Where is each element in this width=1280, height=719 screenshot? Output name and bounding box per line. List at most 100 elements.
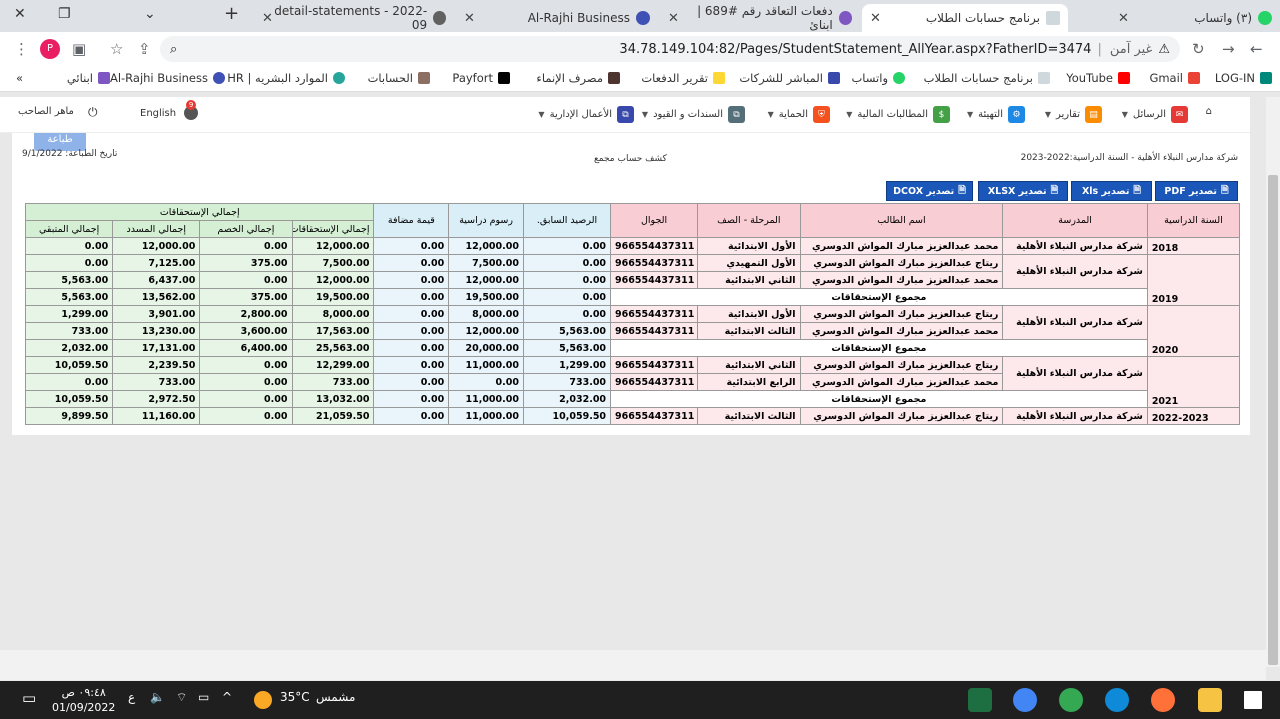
excel-icon[interactable] [968,688,992,712]
reload-icon[interactable]: ↻ [1192,40,1205,58]
tab-student-accounts[interactable]: برنامج حسابات الطلاب ✕ [862,4,1068,32]
weather-label[interactable]: مشمس [316,690,355,704]
clock-time: ٠٩:٤٨ ص [61,686,106,699]
profile-avatar[interactable]: P [40,39,60,59]
table-row: 2020 شركة مدارس النبلاء الأهلية ريتاج عبدا… [24,305,1241,357]
tab-alrajhi[interactable]: Al-Rajhi Business ✕ [456,4,658,32]
zoom-icon[interactable]: ⌕ [170,42,177,57]
bookmark-label: LOG-IN [1214,71,1255,85]
bookmark-star-icon[interactable]: ☆ [110,40,123,58]
export-xls-button[interactable]: 🗎 تصدير Xls [1071,181,1152,201]
cell-mobile: 966554437311 [610,254,699,272]
export-xlsx-button[interactable]: 🗎 تصدير XLSX [978,181,1068,201]
nav-label: الأعمال الإدارية [549,109,612,120]
cell-total-due: 12,000.00 [291,237,375,255]
close-tab-icon[interactable]: ✕ [870,11,881,26]
close-window-icon[interactable]: ✕ [14,6,26,22]
nav-vouchers[interactable]: ⧉ السندات و القيود ▼ [642,106,745,123]
power-icon[interactable]: ⏻ [88,105,98,120]
whatsapp-icon [893,72,905,84]
bookmark-payments-report[interactable]: تقرير الدفعات [641,71,725,85]
user-name[interactable]: ماهر الصاحب [18,106,74,117]
cell-year: 2020 [1146,305,1241,357]
cell-year: 2021 [1146,356,1241,408]
document-icon [1046,11,1060,25]
cell-total-paid: 7,125.00 [112,254,201,272]
nav-messages[interactable]: ✉ الرسائل ▼ [1122,106,1188,123]
chrome-alt-icon[interactable] [1059,688,1083,712]
close-tab-icon[interactable]: ✕ [1118,11,1129,26]
notifications-icon[interactable]: ▭ [22,689,36,707]
windows-start-icon[interactable] [1244,691,1262,709]
bookmark-alrajhi[interactable]: Al-Rajhi Business [110,71,225,85]
cell-prev-balance: 733.00 [522,373,612,391]
forward-icon[interactable]: → [1222,40,1235,58]
taskbar-clock[interactable]: ٠٩:٤٨ ص 01/09/2022 [52,685,115,715]
firefox-icon[interactable] [1151,688,1175,712]
home-icon[interactable]: ⌂ [1206,106,1212,117]
chrome-icon[interactable] [1013,688,1037,712]
cell-student: ريتاج عبدالعزيز مبارك المواش الدوسري [799,356,1004,374]
sun-icon [254,691,272,709]
url-field[interactable]: ⚠ غير آمن | 34.78.149.104:82/Pages/Stude… [160,36,1180,62]
cell-total-remaining: 9,899.50 [24,407,114,425]
weather-temp[interactable]: 35°C [280,690,310,704]
nav-reports[interactable]: ▤ تقارير ▼ [1045,106,1102,123]
cell-year: 2022-2023 [1146,407,1241,425]
tab-search-icon[interactable]: ⌄ [144,6,156,22]
battery-icon[interactable]: ▭ [198,690,209,704]
export-docx-button[interactable]: 🗎 تصدير DCOX [886,181,973,201]
nav-financial-claims[interactable]: $ المطالبات المالية ▼ [846,106,950,123]
cell-total-discount: 0.00 [199,407,293,425]
subtotal-total-due: 19,500.00 [291,288,375,306]
nav-setup[interactable]: ⚙ التهيئة ▼ [967,106,1025,123]
new-tab-button[interactable]: + [224,3,239,24]
nav-label: الرسائل [1132,109,1166,120]
bookmark-whatsapp[interactable]: واتساب [851,71,905,85]
bookmark-gmail[interactable]: Gmail [1149,71,1200,85]
chevron-up-icon[interactable]: ^ [222,690,232,704]
cell-vat: 0.00 [373,373,450,391]
nav-label: المطالبات المالية [857,109,928,120]
bookmark-hr[interactable]: الموارد البشريه | HR [227,71,345,85]
language-switch[interactable]: 9 English [140,100,202,120]
cell-vat: 0.00 [373,237,450,255]
tab-contract-payments[interactable]: دفعات التعاقد رقم #689 | ابنائ ✕ [660,4,860,32]
bookmark-payfort[interactable]: Payfort [452,71,510,85]
bookmark-alinma[interactable]: مصرف الإنماء [536,71,620,85]
edge-icon[interactable] [1105,688,1129,712]
close-tab-icon[interactable]: ✕ [464,11,475,26]
menu-icon[interactable]: ⋮ [14,40,29,58]
money-icon: $ [933,106,950,123]
bookmark-student-accounts[interactable]: برنامج حسابات الطلاب [924,71,1050,85]
nav-protection[interactable]: ⛨ الحماية ▼ [768,106,830,123]
bookmarks-overflow[interactable]: » [16,71,23,85]
bookmark-direct-companies[interactable]: المباشر للشركات [739,71,840,85]
back-icon[interactable]: ← [1250,40,1263,58]
tab-whatsapp[interactable]: (٣) واتساب ✕ [1110,4,1280,32]
close-tab-icon[interactable]: ✕ [668,11,679,26]
shield-icon: ⛨ [813,106,830,123]
cell-fees: 0.00 [448,373,524,391]
bookmark-label: واتساب [851,71,888,85]
url-text: 34.78.149.104:82/Pages/StudentStatement_… [619,41,1092,57]
sidepanel-icon[interactable]: ▣ [72,40,86,58]
wifi-icon[interactable]: ⌔ [176,690,187,705]
bookmark-youtube[interactable]: YouTube [1066,71,1130,85]
export-pdf-button[interactable]: 🗎 تصدير PDF [1155,181,1238,201]
browser-tab-strip: ✕ ❐ ⌄ + (٣) واتساب ✕ برنامج حسابات الطلا… [0,0,1280,32]
bookmark-login[interactable]: LOG-IN [1215,71,1272,85]
restore-window-icon[interactable]: ❐ [58,6,71,22]
input-language[interactable]: ع [128,690,135,704]
share-icon[interactable]: ⇪ [138,40,151,58]
bookmark-accounts[interactable]: الحسابات [368,71,430,85]
bookmark-abnaee[interactable]: ابنائي [67,71,110,85]
export-label: تصدير XLSX [987,185,1047,197]
volume-icon[interactable]: 🔈 [150,690,165,704]
file-explorer-icon[interactable] [1198,688,1222,712]
nav-admin[interactable]: ⧉ الأعمال الإدارية ▼ [538,106,634,123]
close-tab-icon[interactable]: ✕ [262,11,273,26]
chevron-down-icon: ▼ [538,110,545,119]
tab-detail-statements[interactable]: detail-statements - 2022-09 ✕ [254,4,454,32]
scrollbar-thumb[interactable] [1268,175,1278,665]
